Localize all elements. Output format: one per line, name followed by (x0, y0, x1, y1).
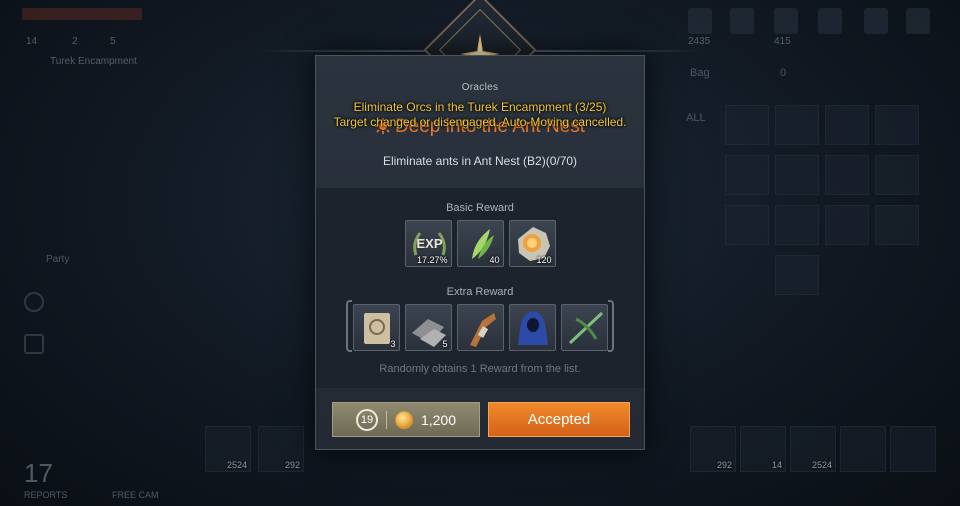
chat-icon[interactable] (24, 334, 44, 354)
accepted-button[interactable]: Accepted (488, 402, 630, 437)
quest-tracker-text[interactable]: Turek Encampment (50, 56, 137, 67)
crossbow-reward-item[interactable] (560, 304, 608, 351)
menu-icon[interactable] (864, 8, 888, 34)
ore-reward-item[interactable]: 5 (404, 304, 452, 351)
item-qty: 120 (536, 255, 552, 265)
item-qty: 40 (489, 255, 500, 265)
party-label[interactable]: Party (46, 254, 69, 265)
stat-value: 5 (110, 36, 116, 47)
exp-reward-item[interactable]: EXP 17.27% (404, 220, 452, 267)
hp-bar (22, 8, 142, 20)
item-qty: 17.27% (416, 255, 448, 265)
currency-value: 415 (774, 36, 791, 47)
bag-count: 0 (780, 67, 787, 79)
extra-reward-title: Extra Reward (446, 286, 514, 298)
exp-text: EXP (416, 236, 442, 251)
quest-description: Eliminate ants in Ant Nest (B2)(0/70) (382, 154, 578, 168)
cost-divider (385, 410, 387, 429)
bag-icon[interactable] (730, 8, 754, 34)
inventory-slot[interactable] (775, 205, 819, 245)
stat-value: 2 (72, 36, 78, 47)
skill-slot[interactable] (890, 426, 936, 472)
inventory-slot[interactable] (825, 205, 869, 245)
basic-reward-title: Basic Reward (446, 202, 514, 214)
inventory-slot[interactable] (875, 205, 919, 245)
herb-reward-item[interactable]: 40 (456, 220, 504, 267)
extra-reward-row: 3 5 (316, 304, 644, 351)
gauntlet-icon (469, 313, 496, 347)
level-badge: 19 (355, 408, 378, 431)
bag-label[interactable]: Bag (690, 67, 710, 79)
target-icon[interactable] (24, 292, 44, 312)
menu-icon[interactable] (818, 8, 842, 34)
menu-icon[interactable] (774, 8, 798, 34)
hamburger-menu-icon[interactable] (906, 8, 930, 34)
gold-coin-icon (394, 410, 413, 429)
free-cam-label[interactable]: FREE CAM (112, 490, 159, 500)
cost-amount: 1,200 (420, 411, 457, 428)
inventory-slot[interactable] (825, 155, 869, 195)
item-qty: 3 (390, 339, 396, 349)
currency-value: 2435 (688, 36, 711, 47)
inventory-slot[interactable] (725, 205, 769, 245)
random-reward-note: Randomly obtains 1 Reward from the list. (379, 363, 581, 375)
gold-pouch-reward-item[interactable]: 120 (508, 220, 556, 267)
inventory-slot[interactable] (725, 155, 769, 195)
notice-quest-progress: Eliminate Orcs in the Turek Encampment (… (353, 100, 607, 114)
item-qty: 5 (442, 339, 448, 349)
reward-area: Basic Reward EXP 17.27% 40 120 Extra Rew… (316, 188, 644, 388)
player-level: 17 (24, 458, 53, 488)
oracles-label: Oracles (461, 82, 499, 93)
hooded-cloak-icon (517, 311, 548, 345)
skill-slot[interactable]: 14 (740, 426, 786, 472)
scroll-reward-item[interactable]: 3 (352, 304, 400, 351)
teleport-cost-button[interactable]: 19 1,200 (332, 402, 480, 437)
skill-slot[interactable]: 2524 (790, 426, 836, 472)
menu-icon[interactable] (688, 8, 712, 34)
inventory-slot[interactable] (875, 155, 919, 195)
skill-slot[interactable]: 2524 (205, 426, 251, 472)
stat-value: 14 (26, 36, 38, 47)
skill-slot[interactable]: 292 (258, 426, 304, 472)
inventory-slot[interactable] (775, 155, 819, 195)
gauntlet-reward-item[interactable] (456, 304, 504, 351)
notice-auto-move: Target changed or disengaged. Auto-Movin… (333, 115, 627, 129)
cloak-reward-item[interactable] (508, 304, 556, 351)
reports-label[interactable]: REPORTS (24, 490, 67, 500)
skill-slot[interactable]: 292 (690, 426, 736, 472)
crossbow-icon (568, 311, 603, 345)
inventory-slot[interactable] (775, 255, 819, 295)
skill-slot[interactable] (840, 426, 886, 472)
basic-reward-row: EXP 17.27% 40 120 (316, 220, 644, 267)
